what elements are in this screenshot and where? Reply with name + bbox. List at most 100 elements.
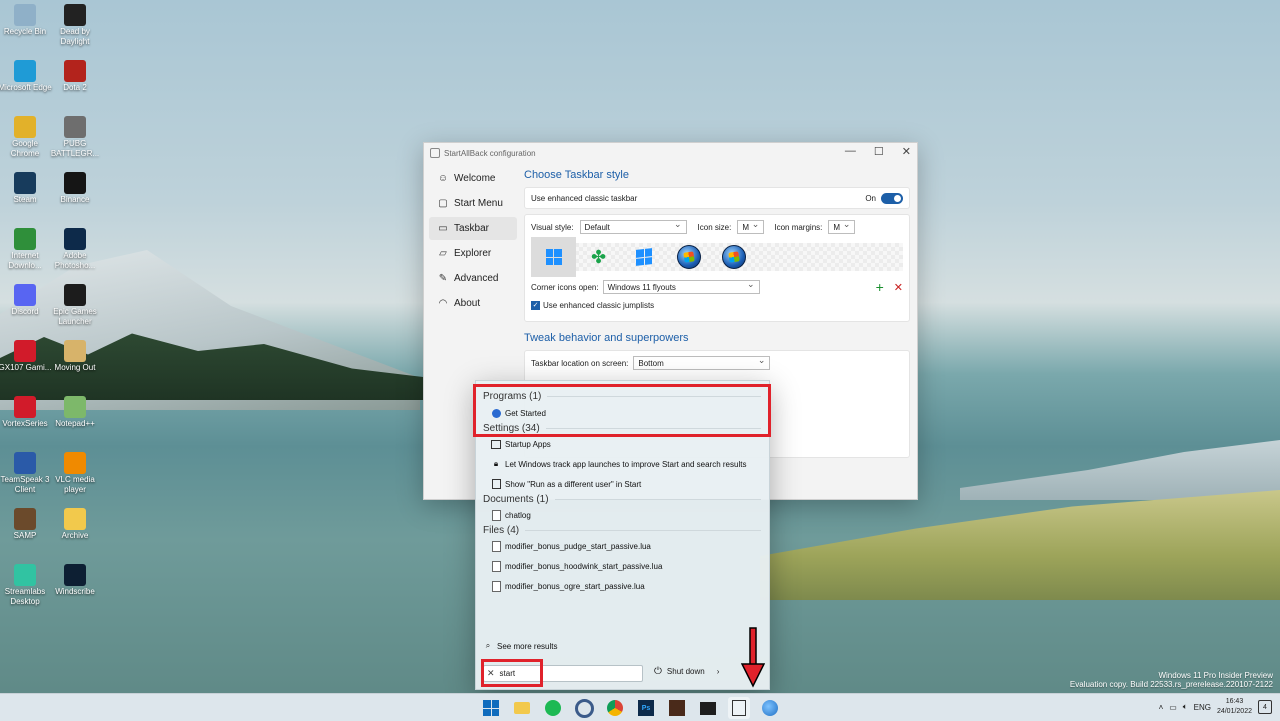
desktop-icon-label: GX107 Gami... — [0, 363, 52, 372]
see-more-results-link[interactable]: ⌕ See more results — [476, 636, 558, 656]
icon-size-select[interactable]: M — [737, 219, 765, 234]
desktop-icon[interactable]: VLC media player — [48, 452, 102, 495]
taskbar-cortana[interactable] — [573, 697, 595, 719]
desktop-icon[interactable]: Google Chrome — [0, 116, 52, 159]
clock-date: 24/01/2022 — [1216, 708, 1252, 715]
taskbar-photoshop[interactable]: Ps — [635, 697, 657, 719]
maximize-button[interactable]: ☐ — [874, 145, 884, 158]
close-button[interactable]: ✕ — [902, 145, 911, 158]
desktop-icon[interactable]: Dead by Daylight — [48, 4, 102, 47]
taskbar-startallback[interactable] — [728, 697, 750, 719]
result-track-app-launches[interactable]: 🔒︎ Let Windows track app launches to imp… — [476, 454, 769, 474]
result-label: modifier_bonus_hoodwink_start_passive.lu… — [505, 561, 663, 571]
photoshop-icon: Ps — [638, 700, 654, 716]
desktop-icon-label: Adobe Photosho... — [54, 251, 96, 270]
taskbar-globe[interactable] — [759, 697, 781, 719]
nav-item-taskbar[interactable]: ▭ Taskbar — [429, 217, 517, 240]
desktop-icon[interactable]: Dota 2 — [48, 60, 102, 93]
taskbar: Ps ˄ ▭ 🔈︎ ENG 16:43 24/01/2022 4 — [0, 693, 1280, 721]
network-icon[interactable]: ▭ — [1169, 703, 1177, 712]
nav-item-explorer[interactable]: ▱ Explorer — [429, 242, 517, 265]
style-vista-option[interactable] — [711, 237, 756, 277]
taskbar-location-select[interactable]: Bottom — [633, 355, 771, 370]
minimize-button[interactable]: — — [845, 145, 856, 158]
desktop-icon[interactable]: Recycle Bin — [0, 4, 52, 37]
desktop-icon[interactable]: Notepad++ — [48, 396, 102, 429]
corner-icons-select[interactable]: Windows 11 flyouts — [602, 279, 760, 294]
desktop-icon-label: Moving Out — [54, 363, 96, 372]
desktop-icon[interactable]: VortexSeries — [0, 396, 52, 429]
file-icon — [491, 580, 501, 592]
documents-header-label: Documents (1) — [483, 494, 549, 505]
taskbar-explorer[interactable] — [511, 697, 533, 719]
desktop-icon[interactable]: Moving Out — [48, 340, 102, 373]
folder-icon — [64, 508, 86, 530]
language-indicator[interactable]: ENG — [1194, 703, 1211, 712]
result-file-pudge[interactable]: modifier_bonus_pudge_start_passive.lua — [476, 536, 769, 556]
desktop-icon[interactable]: Binance — [48, 172, 102, 205]
volume-icon[interactable]: 🔈︎ — [1183, 702, 1188, 712]
icon-margins-select[interactable]: M — [828, 219, 856, 234]
vlc-icon — [64, 452, 86, 474]
desktop-icon-label: Archive — [61, 531, 89, 540]
desktop-icon[interactable]: TeamSpeak 3 Client — [0, 452, 52, 495]
start-button[interactable] — [480, 697, 502, 719]
app-icon — [430, 148, 440, 158]
discord-icon — [14, 284, 36, 306]
desktop-icon-label: Notepad++ — [55, 419, 95, 428]
spotify-icon — [545, 700, 561, 716]
taskbar-chrome[interactable] — [604, 697, 626, 719]
desktop-icon[interactable]: Adobe Photosho... — [48, 228, 102, 271]
remove-button[interactable]: ✕ — [894, 281, 903, 294]
system-tray: ˄ ▭ 🔈︎ ENG 16:43 24/01/2022 4 — [1159, 697, 1272, 717]
title-bar[interactable]: StartAllBack configuration — [424, 143, 917, 163]
taskbar-terminal[interactable] — [697, 697, 719, 719]
desktop-icon[interactable]: Microsoft Edge — [0, 60, 52, 93]
result-file-hoodwink[interactable]: modifier_bonus_hoodwink_start_passive.lu… — [476, 556, 769, 576]
chevron-up-icon[interactable]: ˄ — [1159, 703, 1164, 712]
taskbar-spotify[interactable] — [542, 697, 564, 719]
result-file-ogre[interactable]: modifier_bonus_ogre_start_passive.lua — [476, 576, 769, 596]
desktop-icon[interactable]: Steam — [0, 172, 52, 205]
enhanced-taskbar-toggle[interactable] — [881, 192, 903, 204]
nav-item-about[interactable]: ◠ About — [429, 292, 517, 315]
desktop-icon[interactable]: Internet Downlo... — [0, 228, 52, 271]
desktop-icon-label: Dead by Daylight — [60, 27, 90, 46]
desktop-icon[interactable]: GX107 Gami... — [0, 340, 52, 373]
nav-item-start-menu[interactable]: ▢ Start Menu — [429, 192, 517, 215]
desktop-icon[interactable]: Discord — [0, 284, 52, 317]
desktop-icon[interactable]: PUBG BATTLEGR... — [48, 116, 102, 159]
desktop-icon[interactable]: Archive — [48, 508, 102, 541]
chevron-right-icon[interactable]: › — [717, 667, 720, 676]
corner-icons-label: Corner icons open: — [531, 282, 599, 292]
toggle-state-label: On — [865, 193, 876, 203]
notification-badge[interactable]: 4 — [1258, 700, 1272, 714]
nav-item-advanced[interactable]: ✎ Advanced — [429, 267, 517, 290]
result-run-as-different-user[interactable]: Show "Run as a different user" in Start — [476, 474, 769, 494]
style-clover-option[interactable]: ✤ — [576, 237, 621, 277]
style-win10-option[interactable] — [621, 237, 666, 277]
add-button[interactable]: + — [876, 279, 884, 295]
desktop-icon[interactable]: Streamlabs Desktop — [0, 564, 52, 607]
photoshop-icon — [64, 228, 86, 250]
jumplists-checkbox[interactable]: ✓ — [531, 300, 540, 310]
nav-item-welcome[interactable]: ☺ Welcome — [429, 167, 517, 190]
window-title: StartAllBack configuration — [444, 148, 536, 158]
result-chatlog[interactable]: chatlog — [476, 505, 769, 525]
result-label: chatlog — [505, 510, 531, 520]
desktop-icon[interactable]: SAMP — [0, 508, 52, 541]
chrome-icon — [14, 116, 36, 138]
corner-icons-value: Windows 11 flyouts — [607, 282, 676, 292]
taskbar-location-value: Bottom — [638, 358, 664, 368]
style-win7-option[interactable] — [666, 237, 711, 277]
result-startup-apps[interactable]: Startup Apps — [476, 434, 769, 454]
clock[interactable]: 16:43 24/01/2022 — [1217, 697, 1252, 717]
style-win11-option[interactable] — [531, 237, 576, 277]
desktop-icon[interactable]: Windscribe — [48, 564, 102, 597]
globe-icon — [762, 700, 778, 716]
shutdown-button[interactable]: ⏻ Shut down › — [654, 666, 719, 677]
run-as-icon — [491, 479, 501, 489]
taskbar-game[interactable] — [666, 697, 688, 719]
desktop-icon[interactable]: Epic Games Launcher — [48, 284, 102, 327]
visual-style-select[interactable]: Default — [579, 219, 687, 234]
